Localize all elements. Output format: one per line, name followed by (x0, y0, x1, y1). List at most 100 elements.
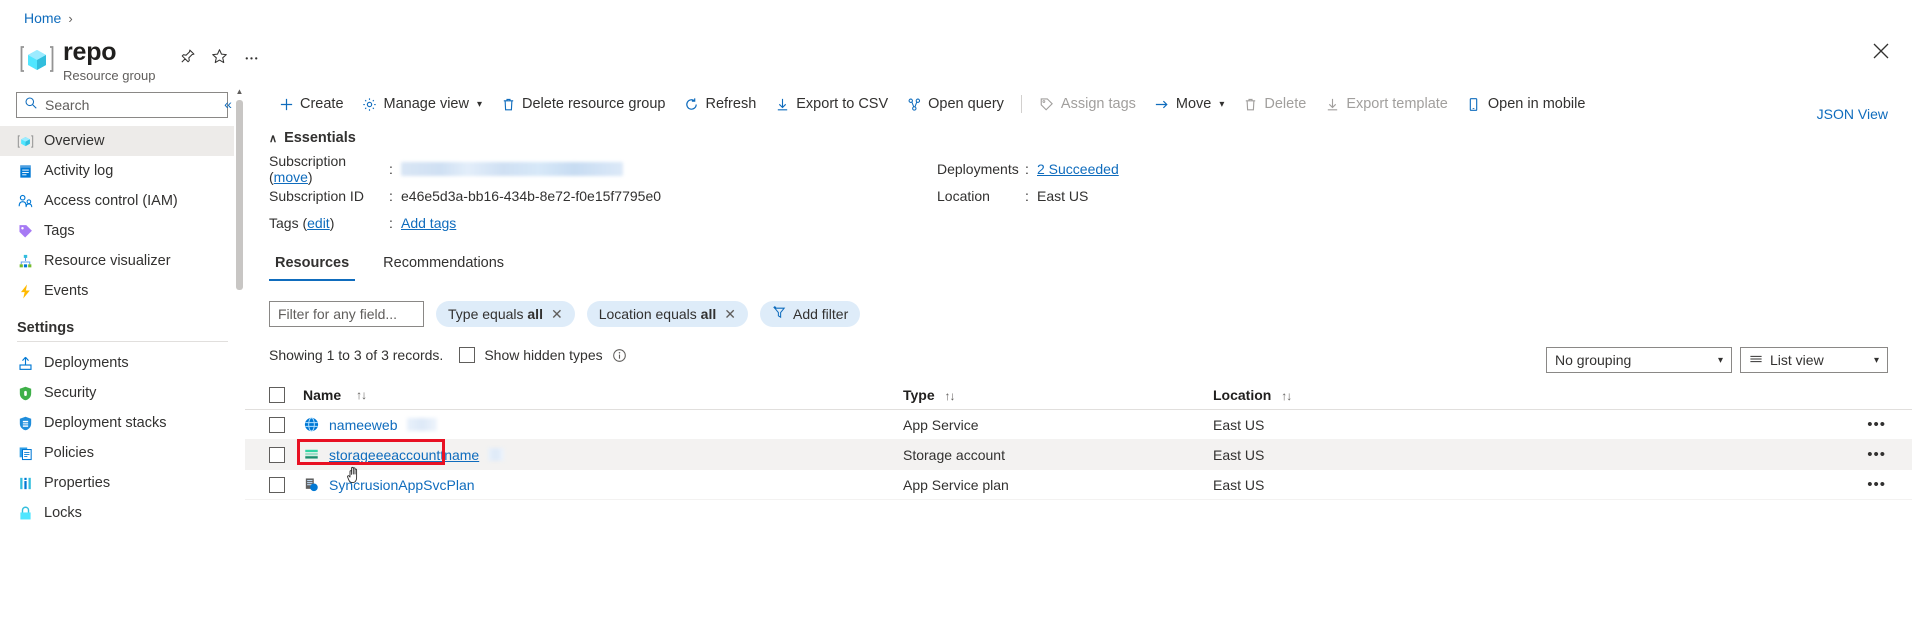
tab-resources[interactable]: Resources (269, 255, 356, 281)
move-button[interactable]: Move ▾ (1145, 89, 1234, 119)
table-row[interactable]: nameeweb App Service East US ••• (245, 410, 1912, 440)
sidebar-item-deployment-stacks[interactable]: Deployment stacks (0, 408, 244, 438)
essentials-row-subscription-id: Subscription ID : e46e5d3a-bb16-434b-8e7… (269, 182, 661, 209)
sidebar-item-properties[interactable]: Properties (0, 468, 244, 498)
add-filter-label: Add filter (792, 306, 849, 322)
star-icon[interactable] (211, 47, 229, 65)
scrollbar-thumb[interactable] (236, 100, 243, 290)
button-label: Create (300, 96, 344, 112)
row-checkbox[interactable] (269, 446, 285, 463)
row-checkbox[interactable] (269, 476, 285, 493)
sidebar-item-events[interactable]: Events (0, 276, 244, 306)
row-type-cell: App Service plan (903, 476, 1009, 493)
name-redacted-tail (488, 448, 505, 461)
sort-icon[interactable]: ↑↓ (356, 388, 367, 402)
add-filter-button[interactable]: Add filter (759, 301, 861, 327)
view-select[interactable]: List view ▾ (1740, 347, 1888, 373)
close-icon[interactable]: ✕ (551, 306, 563, 323)
button-label: Export to CSV (796, 96, 889, 112)
sidebar-item-tags[interactable]: Tags (0, 216, 244, 246)
resource-link[interactable]: nameeweb (329, 417, 398, 433)
chevron-down-icon: ▾ (1873, 354, 1879, 366)
list-view-icon (1749, 352, 1763, 369)
deployments-link[interactable]: 2 Succeeded (1037, 161, 1119, 177)
export-to-csv-button[interactable]: Export to CSV (765, 89, 897, 119)
filter-pill-type[interactable]: Type equals all ✕ (436, 301, 575, 327)
manage-view-button[interactable]: Manage view ▾ (353, 89, 491, 119)
sidebar-item-activity-log[interactable]: Activity log (0, 156, 244, 186)
delete-resource-group-button[interactable]: Delete resource group (491, 89, 674, 119)
json-view-link[interactable]: JSON View (1817, 106, 1888, 122)
sort-icon[interactable]: ↑↓ (1281, 389, 1292, 403)
sort-icon[interactable]: ↑↓ (945, 389, 956, 403)
breadcrumb-home[interactable]: Home (24, 10, 61, 26)
row-context-menu-icon[interactable]: ••• (1867, 447, 1886, 462)
tags-label-text: Tags ( (269, 214, 308, 231)
trash-icon (1242, 96, 1258, 112)
info-icon[interactable] (612, 348, 627, 363)
button-label: Refresh (705, 96, 757, 112)
resource-group-icon (17, 133, 34, 150)
essentials-toggle[interactable]: ∧ Essentials (269, 130, 356, 146)
view-value: List view (1770, 352, 1824, 368)
location-value: East US (1037, 187, 1089, 204)
sidebar-item-locks[interactable]: Locks (0, 498, 244, 528)
show-hidden-types-group[interactable]: Show hidden types (459, 347, 626, 363)
close-icon[interactable] (1870, 40, 1892, 62)
button-label: Delete resource group (522, 96, 666, 112)
resource-link[interactable]: storageeeaccounttname (329, 447, 479, 463)
essentials-heading: Essentials (284, 130, 356, 146)
pill-text: Location equals all (599, 306, 717, 322)
resources-table: Name ↑↓ Type ↑↓ Location ↑↓ nameeweb App… (245, 380, 1912, 500)
subscription-move-link[interactable]: move (274, 169, 308, 185)
resource-link[interactable]: SyncrusionAppSvcPlan (329, 477, 475, 493)
button-label: Open query (928, 96, 1004, 112)
sidebar-item-resource-visualizer[interactable]: Resource visualizer (0, 246, 244, 276)
pin-icon[interactable] (179, 47, 197, 65)
sidebar-scrollbar[interactable]: ▲ (234, 86, 245, 638)
refresh-button[interactable]: Refresh (674, 89, 765, 119)
pill-value: all (527, 306, 543, 322)
sidebar-item-overview[interactable]: Overview (0, 126, 244, 156)
ellipsis-icon[interactable] (243, 47, 261, 65)
add-tags-link[interactable]: Add tags (401, 215, 456, 231)
column-label: Type (903, 386, 935, 403)
open-in-mobile-button[interactable]: Open in mobile (1457, 89, 1595, 119)
sidebar-item-label: Overview (44, 133, 105, 149)
row-name-cell: storageeeaccounttname (297, 439, 903, 484)
scroll-up-icon[interactable]: ▲ (234, 86, 245, 98)
table-row[interactable]: storageeeaccounttname Storage account Ea… (245, 439, 1912, 484)
column-label: Location (1213, 386, 1272, 403)
row-checkbox[interactable] (269, 416, 285, 433)
row-type-cell: Storage account (903, 446, 1005, 463)
azure-portal-resource-group-page: Home › repo Resource group Search « Over… (0, 0, 1912, 638)
tags-edit-link[interactable]: edit (307, 215, 330, 231)
grouping-select[interactable]: No grouping ▾ (1546, 347, 1732, 373)
column-header-type[interactable]: Type ↑↓ (903, 387, 1213, 403)
create-button[interactable]: Create (269, 89, 353, 119)
sidebar-item-security[interactable]: Security (0, 378, 244, 408)
sidebar-item-deployments[interactable]: Deployments (0, 348, 244, 378)
trash-icon (500, 96, 516, 112)
assign-tags-button: Assign tags (1030, 89, 1145, 119)
filter-pill-location[interactable]: Location equals all ✕ (586, 301, 748, 327)
subscription-value-redacted (401, 161, 623, 176)
table-row[interactable]: SyncrusionAppSvcPlan App Service plan Ea… (245, 470, 1912, 500)
resource-group-icon (20, 42, 54, 76)
open-query-button[interactable]: Open query (897, 89, 1013, 119)
sidebar-item-access-control[interactable]: Access control (IAM) (0, 186, 244, 216)
sidebar-item-policies[interactable]: Policies (0, 438, 244, 468)
row-context-menu-icon[interactable]: ••• (1867, 417, 1886, 432)
select-all-checkbox[interactable] (269, 386, 285, 403)
select-all-cell (269, 386, 303, 403)
search-input[interactable]: Search (16, 92, 228, 118)
show-hidden-types-checkbox[interactable] (459, 347, 476, 363)
close-icon[interactable]: ✕ (724, 306, 736, 323)
column-header-location[interactable]: Location ↑↓ (1213, 387, 1463, 403)
sidebar-item-label: Access control (IAM) (44, 193, 178, 209)
tab-recommendations[interactable]: Recommendations (377, 255, 510, 281)
row-context-menu-icon[interactable]: ••• (1867, 477, 1886, 492)
column-label: Name (303, 386, 342, 403)
filter-input[interactable]: Filter for any field... (269, 301, 424, 327)
column-header-name[interactable]: Name ↑↓ (303, 387, 903, 403)
